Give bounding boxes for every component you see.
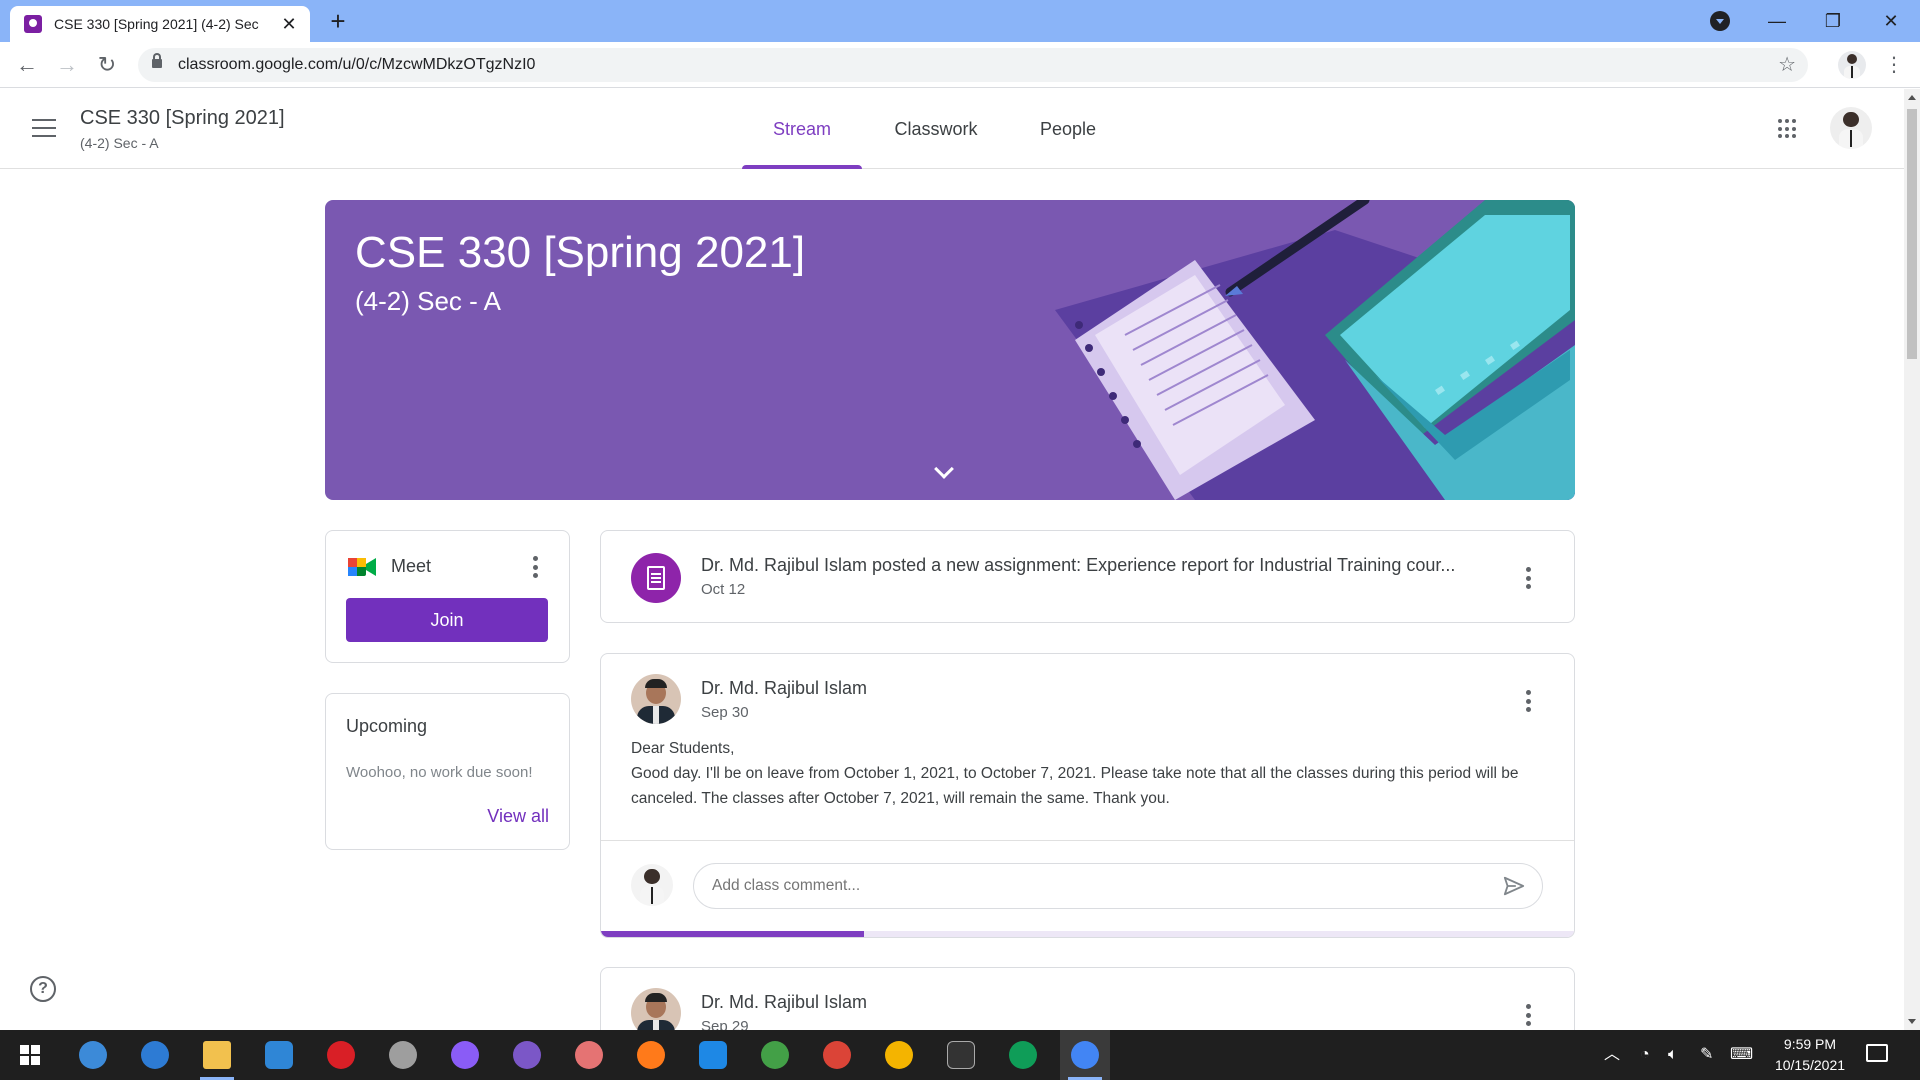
notebook-laptop-illustration xyxy=(1055,200,1575,500)
tab-people[interactable]: People xyxy=(1010,89,1126,169)
author-avatar xyxy=(631,674,681,724)
post-more-options-icon[interactable] xyxy=(1525,690,1531,712)
tab-classwork[interactable]: Classwork xyxy=(880,89,992,169)
header-course-section: (4-2) Sec - A xyxy=(80,135,159,151)
clock-date: 10/15/2021 xyxy=(1774,1057,1846,1073)
banner-expand-chevron-icon[interactable] xyxy=(934,459,954,479)
clock-time: 9:59 PM xyxy=(1783,1036,1837,1052)
post-author: Dr. Md. Rajibul Islam xyxy=(701,678,868,698)
show-hidden-icons-icon[interactable]: ︿ xyxy=(1604,1030,1620,1080)
post-author: Dr. Md. Rajibul Islam xyxy=(701,992,868,1012)
banner-subtitle: (4-2) Sec - A xyxy=(355,286,501,316)
back-button[interactable]: ← xyxy=(12,50,42,80)
close-tab-icon[interactable]: ✕ xyxy=(278,13,300,35)
post-loading-progress-fill xyxy=(601,931,864,937)
upcoming-empty-text: Woohoo, no work due soon! xyxy=(346,764,533,781)
opera-icon[interactable] xyxy=(316,1030,366,1080)
browser-menu-icon[interactable]: ⋮ xyxy=(1884,50,1904,80)
join-meet-button[interactable]: Join xyxy=(346,598,548,642)
classroom-header: CSE 330 [Spring 2021] (4-2) Sec - A Stre… xyxy=(0,89,1904,169)
paint-app-icon[interactable] xyxy=(564,1030,614,1080)
main-menu-icon[interactable] xyxy=(32,119,56,137)
assignment-date: Oct 12 xyxy=(701,581,746,598)
scroll-up-arrow-icon[interactable] xyxy=(1908,95,1916,100)
send-comment-icon[interactable] xyxy=(1503,875,1525,897)
sandbox-app-icon[interactable] xyxy=(750,1030,800,1080)
chrome-profile-icon[interactable] xyxy=(812,1030,862,1080)
reload-button[interactable]: ↻ xyxy=(92,50,122,80)
meet-more-options-icon[interactable] xyxy=(532,556,538,578)
new-tab-button[interactable]: + xyxy=(324,8,352,36)
upcoming-card: Upcoming Woohoo, no work due soon! View … xyxy=(325,693,570,850)
tab-stream[interactable]: Stream xyxy=(742,89,862,169)
inkscape-icon[interactable] xyxy=(378,1030,428,1080)
wifi-icon[interactable]: ◔ xyxy=(1640,1030,1650,1080)
post-message: Good day. I'll be on leave from October … xyxy=(631,765,1519,807)
windows-start-icon[interactable] xyxy=(20,1045,40,1065)
volume-icon[interactable]: 🔈︎ xyxy=(1668,1030,1678,1080)
classroom-favicon-icon xyxy=(24,15,42,33)
post-more-options-icon[interactable] xyxy=(1525,1004,1531,1026)
class-banner: CSE 330 [Spring 2021] (4-2) Sec - A xyxy=(325,200,1575,500)
header-course-title[interactable]: CSE 330 [Spring 2021] xyxy=(80,107,285,130)
messenger-icon[interactable] xyxy=(440,1030,490,1080)
windows-taskbar: ︿ ◔ 🔈︎ ✎ ⌨ 9:59 PM 10/15/2021 xyxy=(0,1030,1920,1080)
qbittorrent-icon[interactable] xyxy=(68,1030,118,1080)
google-apps-icon[interactable] xyxy=(1778,119,1798,139)
tab-title: CSE 330 [Spring 2021] (4-2) Sec xyxy=(54,16,259,32)
post-divider xyxy=(601,840,1574,841)
firefox-icon[interactable] xyxy=(626,1030,676,1080)
account-avatar[interactable] xyxy=(1830,107,1872,149)
assignment-post[interactable]: Dr. Md. Rajibul Islam posted a new assig… xyxy=(600,530,1575,623)
banner-title: CSE 330 [Spring 2021] xyxy=(355,228,806,277)
commenter-avatar xyxy=(631,864,673,906)
browser-profile-avatar[interactable] xyxy=(1838,51,1866,79)
notifications-icon[interactable] xyxy=(1866,1044,1888,1062)
browser-toolbar: ← → ↻ classroom.google.com/u/0/c/MzcwMDk… xyxy=(0,42,1920,88)
file-explorer-icon[interactable] xyxy=(192,1030,242,1080)
post-greeting: Dear Students, xyxy=(631,740,735,757)
vscode-icon[interactable] xyxy=(688,1030,738,1080)
assignment-text[interactable]: Dr. Md. Rajibul Islam posted a new assig… xyxy=(701,555,1455,576)
forward-button[interactable]: → xyxy=(52,50,82,80)
assignment-icon xyxy=(631,553,681,603)
help-icon[interactable]: ? xyxy=(30,976,56,1002)
keyboard-icon[interactable]: ⌨ xyxy=(1730,1030,1753,1080)
mail-icon[interactable] xyxy=(254,1030,304,1080)
announcement-post: Dr. Md. Rajibul Islam Sep 30 Dear Studen… xyxy=(600,653,1575,938)
scroll-thumb[interactable] xyxy=(1907,109,1917,359)
edge-icon[interactable] xyxy=(130,1030,180,1080)
terminal-icon[interactable] xyxy=(936,1030,986,1080)
minimize-button[interactable]: — xyxy=(1754,6,1800,36)
chrome-icon[interactable] xyxy=(874,1030,924,1080)
page-scrollbar[interactable] xyxy=(1904,89,1920,1030)
post-loading-progress xyxy=(601,931,1574,937)
browser-tab[interactable]: CSE 330 [Spring 2021] (4-2) Sec ✕ xyxy=(10,6,310,42)
meet-card: Meet Join xyxy=(325,530,570,663)
bookmark-star-icon[interactable]: ☆ xyxy=(1778,48,1796,82)
system-clock[interactable]: 9:59 PM 10/15/2021 xyxy=(1760,1034,1860,1076)
chrome-active-window-icon[interactable] xyxy=(1060,1030,1110,1080)
browser-tabstrip: CSE 330 [Spring 2021] (4-2) Sec ✕ + — ❐ … xyxy=(0,0,1920,42)
pen-icon[interactable]: ✎ xyxy=(1700,1030,1713,1080)
scroll-down-arrow-icon[interactable] xyxy=(1908,1019,1916,1024)
chrome-ek-profile-icon[interactable] xyxy=(998,1030,1048,1080)
meet-label: Meet xyxy=(391,556,432,576)
post-date: Sep 30 xyxy=(701,704,749,721)
close-window-button[interactable]: ✕ xyxy=(1868,6,1914,36)
lock-icon xyxy=(152,53,162,68)
post-body: Dear Students, Good day. I'll be on leav… xyxy=(631,736,1551,811)
restore-button[interactable]: ❐ xyxy=(1810,6,1856,36)
google-meet-icon xyxy=(348,558,376,576)
url-text: classroom.google.com/u/0/c/MzcwMDkzOTgzN… xyxy=(178,56,536,73)
upcoming-title: Upcoming xyxy=(346,716,428,736)
class-comment-input[interactable] xyxy=(693,863,1543,909)
view-all-link[interactable]: View all xyxy=(487,806,549,827)
github-desktop-icon[interactable] xyxy=(502,1030,552,1080)
tab-search-icon[interactable] xyxy=(1710,11,1730,31)
address-bar[interactable]: classroom.google.com/u/0/c/MzcwMDkzOTgzN… xyxy=(138,48,1808,82)
assignment-more-options-icon[interactable] xyxy=(1525,567,1531,589)
